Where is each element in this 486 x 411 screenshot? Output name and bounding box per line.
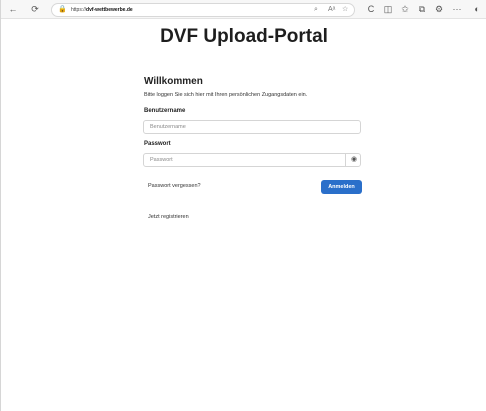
collections-icon[interactable]: ⧉ [416,3,428,15]
login-instructions: Bitte loggen Sie sich hier mit Ihren per… [144,92,308,98]
refresh-icon[interactable]: C [365,3,377,15]
favorite-star-icon[interactable]: ☆ [342,4,348,16]
address-bar[interactable]: 🔒 https://dvf-wettbewerbe.de ⌕ Aᵃ ☆ [51,3,355,17]
browser-toolbar: ← ⟳ 🔒 https://dvf-wettbewerbe.de ⌕ Aᵃ ☆ … [1,0,486,19]
url-text: https://dvf-wettbewerbe.de [71,4,133,16]
reload-icon[interactable]: ⟳ [29,3,41,15]
favorites-icon[interactable]: ✩ [399,3,411,15]
read-aloud-icon[interactable]: Aᵃ [328,4,335,16]
welcome-heading: Willkommen [144,76,203,87]
copilot-icon[interactable]: ◐ [471,3,483,15]
password-input[interactable] [143,153,361,167]
username-input[interactable] [143,120,361,134]
username-label: Benutzername [144,108,186,114]
url-host: dvf-wettbewerbe.de [86,7,133,13]
show-password-eye-icon[interactable]: ◉ [345,153,362,167]
extensions-icon[interactable]: ⚙ [433,3,445,15]
search-icon[interactable]: ⌕ [314,4,318,16]
back-icon[interactable]: ← [7,3,19,15]
split-screen-icon[interactable]: ◫ [382,3,394,15]
register-link[interactable]: Jetzt registrieren [148,214,189,220]
password-label: Passwort [144,141,171,147]
more-icon[interactable]: ··· [451,3,463,15]
forgot-password-link[interactable]: Passwort vergessen? [148,183,201,189]
page-title: DVF Upload-Portal [160,26,328,47]
url-prefix: https:// [71,7,87,13]
lock-icon[interactable]: 🔒 [58,4,67,16]
login-button[interactable]: Anmelden [321,180,362,194]
